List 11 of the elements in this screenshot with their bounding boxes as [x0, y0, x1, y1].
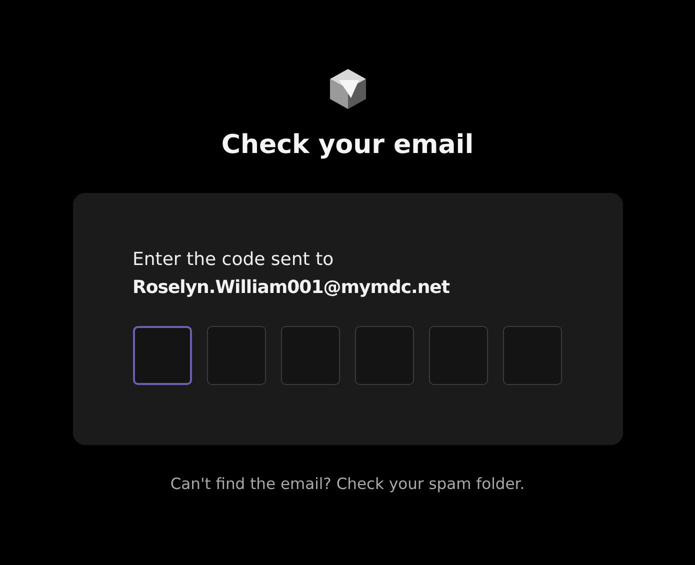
code-digit-field[interactable]	[502, 326, 562, 385]
code-digit-field[interactable]	[206, 326, 266, 385]
cube-logo-icon	[328, 68, 366, 110]
code-digit-field[interactable]	[132, 326, 192, 385]
instruction-text: Enter the code sent to	[132, 248, 335, 272]
page-title: Check your email	[221, 130, 474, 162]
help-text: Can't find the email? Check your spam folder.	[170, 474, 525, 495]
email-address: Roselyn.William001@mymdc.net	[132, 276, 450, 300]
code-digit-field[interactable]	[428, 326, 488, 385]
code-digit-field[interactable]	[280, 326, 340, 385]
code-digit-field[interactable]	[354, 326, 414, 385]
